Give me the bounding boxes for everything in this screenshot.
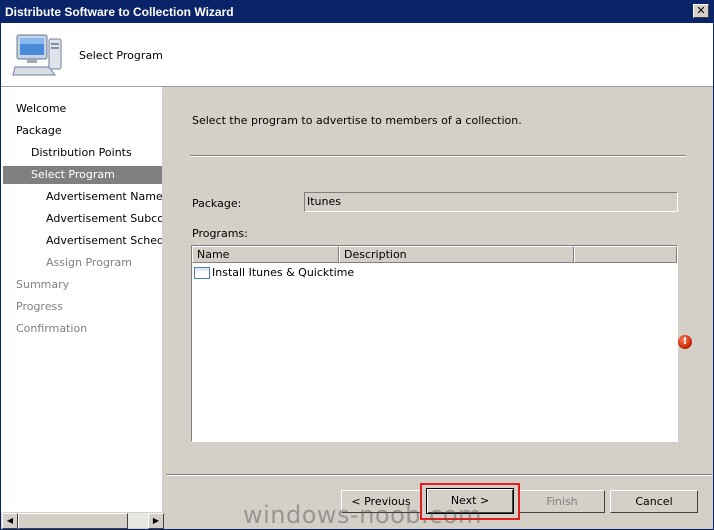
arrow-left-icon: ◀ (6, 516, 14, 525)
close-icon: ✕ (696, 4, 706, 17)
arrow-right-icon: ▶ (152, 516, 160, 525)
watermark: windows-noob.com (243, 501, 482, 529)
column-header-name[interactable]: Name (192, 246, 339, 263)
nav-horizontal-scrollbar[interactable]: ◀ ▶ (2, 512, 164, 529)
wizard-window: Distribute Software to Collection Wizard… (0, 0, 714, 530)
nav-item-package[interactable]: Package (16, 122, 62, 140)
nav-item-advertisement-schedule[interactable]: Advertisement Schedule (46, 232, 162, 250)
finish-button: Finish (519, 490, 605, 513)
window-title: Distribute Software to Collection Wizard (5, 5, 234, 19)
programs-list-header: Name Description (192, 246, 677, 263)
scroll-left-button[interactable]: ◀ (2, 513, 18, 529)
nav-item-summary: Summary (16, 278, 70, 291)
program-icon (194, 267, 210, 279)
wizard-header: Select Program (1, 23, 713, 87)
nav-item-advertisement-subcollection[interactable]: Advertisement Subcollec (46, 210, 162, 228)
column-header-empty (574, 246, 677, 263)
wizard-nav: Welcome Package Distribution Points Sele… (1, 87, 164, 513)
nav-item-advertisement-name[interactable]: Advertisement Name (46, 188, 162, 206)
title-bar: Distribute Software to Collection Wizard… (1, 1, 713, 23)
nav-item-assign-program: Assign Program (46, 256, 132, 269)
table-row[interactable]: Install Itunes & Quicktime (194, 265, 354, 281)
close-button[interactable]: ✕ (693, 4, 709, 18)
instruction-text: Select the program to advertise to membe… (192, 114, 522, 127)
program-name: Install Itunes & Quicktime (212, 266, 355, 279)
wizard-content: Select the program to advertise to membe… (166, 87, 713, 473)
programs-label: Programs: (192, 227, 248, 240)
computer-icon (12, 34, 62, 76)
scroll-right-button[interactable]: ▶ (148, 513, 164, 529)
error-icon: ! (678, 335, 692, 349)
programs-list[interactable]: Name Description Install Itunes & Quickt… (191, 245, 678, 442)
scroll-thumb[interactable] (18, 513, 128, 529)
nav-item-distribution-points[interactable]: Distribution Points (31, 144, 132, 162)
cancel-button[interactable]: Cancel (610, 490, 698, 513)
page-title: Select Program (79, 49, 163, 62)
column-header-description[interactable]: Description (339, 246, 574, 263)
package-label: Package: (192, 197, 242, 210)
content-separator (190, 155, 686, 157)
nav-item-progress: Progress (16, 300, 63, 313)
footer-separator (166, 474, 712, 476)
nav-item-confirmation: Confirmation (16, 322, 88, 335)
nav-item-select-program[interactable]: Select Program (3, 166, 162, 184)
nav-item-welcome[interactable]: Welcome (16, 100, 66, 118)
package-field: Itunes (304, 192, 678, 212)
